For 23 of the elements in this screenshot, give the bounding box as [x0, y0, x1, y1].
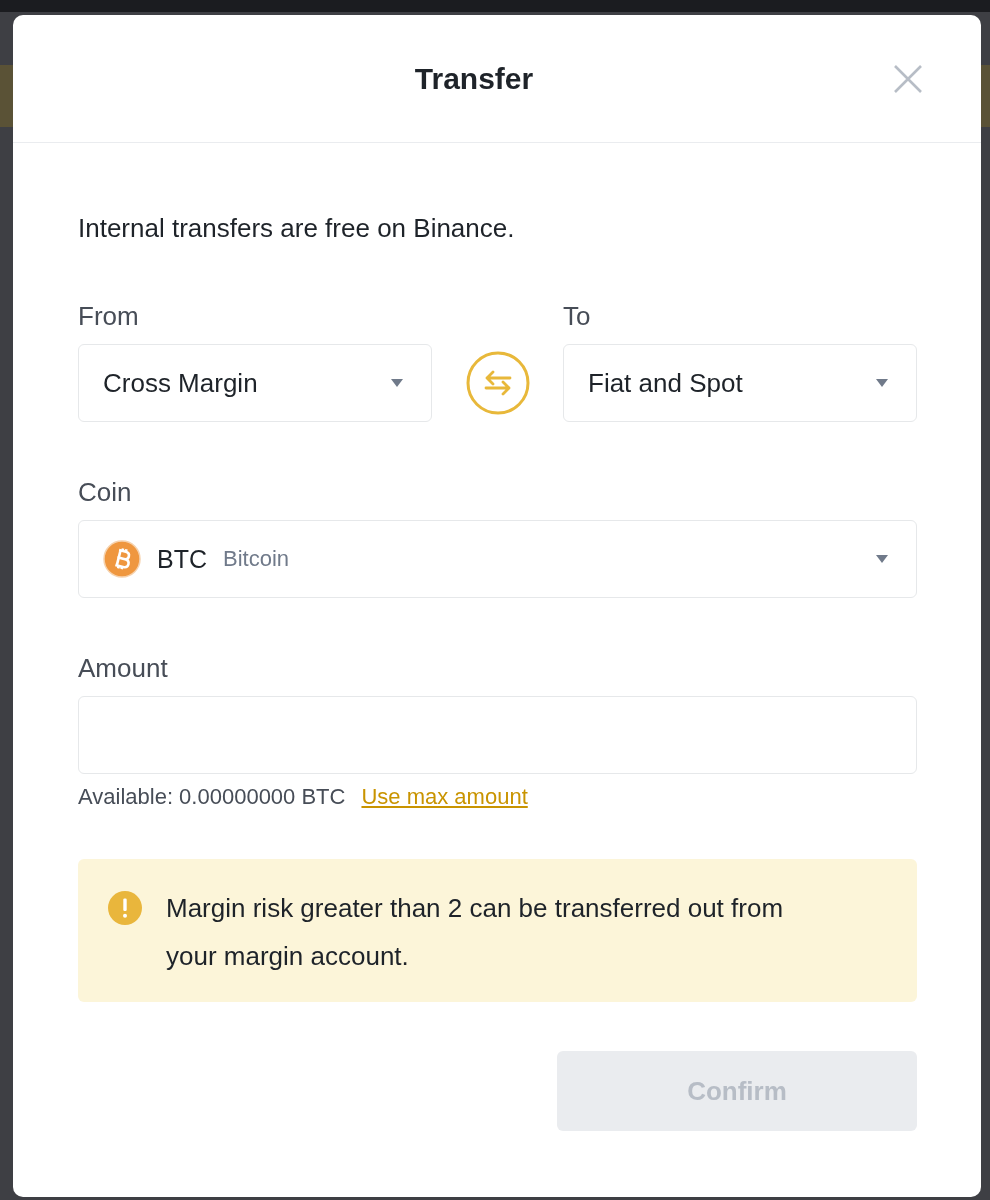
- coin-select[interactable]: BTC Bitcoin: [78, 520, 917, 598]
- coin-icon: [103, 540, 141, 578]
- warning-icon: [108, 891, 142, 925]
- amount-label: Amount: [78, 652, 169, 684]
- caret-icon: [876, 555, 888, 563]
- caret-icon: [876, 379, 888, 387]
- available-balance: Available: 0.00000000 BTC: [78, 783, 346, 811]
- to-label: To: [563, 300, 592, 332]
- coin-label: Coin: [78, 476, 133, 508]
- amount-input[interactable]: [78, 696, 917, 774]
- from-label: From: [78, 300, 140, 332]
- banner-strip: [981, 65, 990, 127]
- dialog-title: Transfer: [413, 61, 535, 96]
- to-select[interactable]: Fiat and Spot: [563, 344, 917, 422]
- from-select[interactable]: Cross Margin: [78, 344, 432, 422]
- banner-strip: [0, 65, 13, 127]
- swap-button[interactable]: [465, 351, 530, 415]
- warning-text: Margin risk greater than 2 can be transferred out from your margin account.: [166, 892, 785, 973]
- caret-icon: [391, 379, 403, 387]
- notice-text: Internal transfers are free on Binance.: [78, 212, 516, 244]
- close-icon[interactable]: [894, 64, 922, 93]
- coin-name: Bitcoin: [223, 546, 291, 572]
- coin-symbol: BTC: [157, 544, 207, 574]
